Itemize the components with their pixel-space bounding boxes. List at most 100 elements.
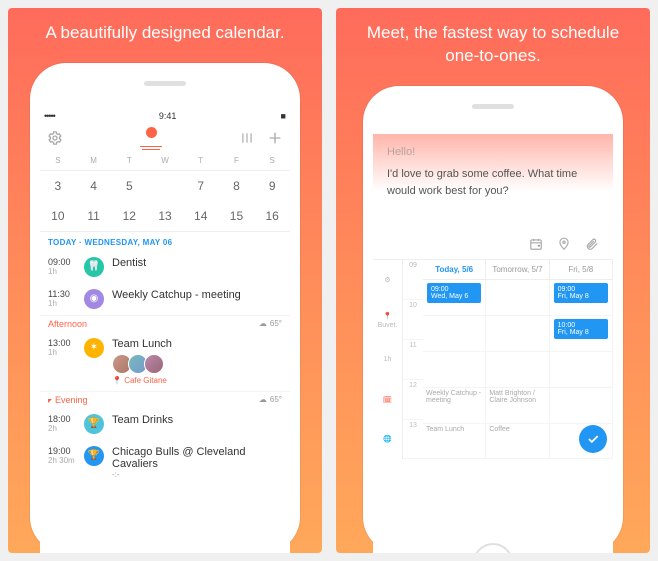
calendar-day-today[interactable]: 6	[147, 171, 183, 201]
time-slot[interactable]: 09:00Fri, May 8	[550, 280, 613, 315]
time-slot[interactable]: Coffee	[486, 424, 549, 459]
time-slot[interactable]	[486, 352, 549, 387]
weather-icon: ☁ 65°	[259, 395, 282, 404]
selected-slot[interactable]: 09:00Fri, May 8	[554, 283, 608, 303]
event-icon: ◉	[84, 289, 104, 309]
sidebar-settings[interactable]: ⚙	[373, 260, 402, 300]
event-icon: 🏆	[84, 414, 104, 434]
app-logo	[140, 127, 162, 149]
calendar-day[interactable]: 5	[111, 171, 147, 201]
status-time: 9:41	[159, 111, 177, 121]
time-slot[interactable]: 10:00Fri, May 8	[550, 316, 613, 351]
location-attach-icon[interactable]	[557, 237, 571, 251]
time-slot[interactable]	[550, 352, 613, 387]
chat-area: Hello! I'd love to grab some coffee. Wha…	[373, 134, 613, 230]
event-title: Weekly Catchup - meeting	[112, 289, 282, 301]
weekday-header: S M T W T F S	[40, 151, 290, 171]
today-header: TODAY · WEDNESDAY, MAY 06	[40, 231, 290, 251]
list-view-icon[interactable]	[238, 129, 256, 147]
calendar-day[interactable]: 8	[219, 171, 255, 201]
event-title: Team Drinks	[112, 414, 282, 426]
event-icon: ✶	[84, 338, 104, 358]
time-slot[interactable]	[550, 388, 613, 423]
time-slot[interactable]: 09:00Wed, May 6	[423, 280, 486, 315]
signal-icon: •••••	[44, 111, 55, 121]
gear-icon[interactable]	[46, 129, 64, 147]
calendar-day[interactable]: 13	[147, 201, 183, 231]
event-title: Chicago Bulls @ Cleveland Cavaliers	[112, 446, 282, 470]
promo-panel-meet: Meet, the fastest way to schedule one-to…	[336, 8, 650, 553]
schedule-grid: ⚙ 📍Buvet. 1h 🗓 🌐 09 10 11 12 13 Today, 5…	[373, 259, 613, 459]
event-title: Team Lunch	[112, 338, 282, 350]
time-column: 09 10 11 12 13	[403, 260, 423, 459]
add-icon[interactable]	[266, 129, 284, 147]
headline: Meet, the fastest way to schedule one-to…	[336, 22, 650, 68]
day-tab[interactable]: Today, 5/6	[423, 260, 486, 279]
time-slot[interactable]	[423, 352, 486, 387]
calendar-day[interactable]: 4	[76, 171, 112, 201]
sidebar-location[interactable]: 📍Buvet.	[373, 300, 402, 340]
weekday: W	[147, 153, 183, 168]
weekday: S	[40, 153, 76, 168]
time-slot[interactable]: Team Lunch	[423, 424, 486, 459]
time-slot[interactable]	[486, 316, 549, 351]
weekday: F	[219, 153, 255, 168]
weekday: M	[76, 153, 112, 168]
avatar	[144, 354, 164, 374]
sidebar-calendar[interactable]: 🗓	[373, 380, 402, 420]
selected-slot[interactable]: 09:00Wed, May 6	[427, 283, 481, 303]
phone-frame: ••••• 9:41 ■	[30, 63, 300, 553]
schedule-main: Today, 5/6 Tomorrow, 5/7 Fri, 5/8 09:00W…	[423, 260, 613, 459]
calendar-day[interactable]: 10	[40, 201, 76, 231]
chat-greeting: Hello!	[387, 144, 599, 161]
status-bar: ••••• 9:41 ■	[40, 109, 290, 123]
afternoon-header: Afternoon ☁ 65°	[40, 315, 290, 332]
phone-screen: Hello! I'd love to grab some coffee. Wha…	[373, 134, 613, 553]
calendar-day[interactable]: 7	[183, 171, 219, 201]
day-tab[interactable]: Tomorrow, 5/7	[486, 260, 549, 279]
time-slot[interactable]: Matt Brighton / Claire Johnson	[486, 388, 549, 423]
calendar-day[interactable]: 15	[219, 201, 255, 231]
calendar-day[interactable]: 11	[76, 201, 112, 231]
time-slot[interactable]	[486, 280, 549, 315]
event-row[interactable]: 09:001h 🦷 Dentist	[40, 251, 290, 283]
attach-bar	[373, 229, 613, 259]
event-location: 📍 Cafe Gitane	[112, 376, 282, 385]
phone-screen: ••••• 9:41 ■	[40, 109, 290, 553]
evening-header: Evening ☁ 65°	[40, 391, 290, 408]
day-tab[interactable]: Fri, 5/8	[550, 260, 613, 279]
schedule-day-header: Today, 5/6 Tomorrow, 5/7 Fri, 5/8	[423, 260, 613, 280]
chat-message: I'd love to grab some coffee. What time …	[387, 166, 599, 199]
event-icon: 🦷	[84, 257, 104, 277]
promo-panel-calendar: A beautifully designed calendar. ••••• 9…	[8, 8, 322, 553]
attendee-avatars	[112, 354, 282, 374]
toolbar	[40, 123, 290, 151]
battery-icon: ■	[281, 111, 286, 121]
weather-icon: ☁ 65°	[259, 319, 282, 328]
calendar-row: 3 4 5 6 7 8 9	[40, 171, 290, 201]
event-title: Dentist	[112, 257, 282, 269]
calendar-day[interactable]: 3	[40, 171, 76, 201]
event-row[interactable]: 19:002h 30m 🏆 Chicago Bulls @ Cleveland …	[40, 440, 290, 485]
event-score: -:-	[112, 470, 282, 479]
sidebar-timezone[interactable]: 🌐	[373, 420, 402, 460]
weekday: T	[111, 153, 147, 168]
time-slot[interactable]	[423, 316, 486, 351]
calendar-attach-icon[interactable]	[529, 237, 543, 251]
sidebar-duration[interactable]: 1h	[373, 340, 402, 380]
event-row[interactable]: 11:301h ◉ Weekly Catchup - meeting	[40, 283, 290, 315]
calendar-row: 10 11 12 13 14 15 16	[40, 201, 290, 231]
event-icon: 🏆	[84, 446, 104, 466]
attachment-icon[interactable]	[585, 237, 599, 251]
calendar-day[interactable]: 16	[254, 201, 290, 231]
calendar-day[interactable]: 12	[111, 201, 147, 231]
calendar-day[interactable]: 14	[183, 201, 219, 231]
event-row[interactable]: 18:002h 🏆 Team Drinks	[40, 408, 290, 440]
weekday: T	[183, 153, 219, 168]
event-row[interactable]: 13:001h ✶ Team Lunch 📍 Cafe Gitane	[40, 332, 290, 391]
headline: A beautifully designed calendar.	[25, 22, 304, 45]
schedule-sidebar: ⚙ 📍Buvet. 1h 🗓 🌐	[373, 260, 403, 459]
calendar-day[interactable]: 9	[254, 171, 290, 201]
selected-slot[interactable]: 10:00Fri, May 8	[554, 319, 608, 339]
time-slot[interactable]: Weekly Catchup - meeting	[423, 388, 486, 423]
